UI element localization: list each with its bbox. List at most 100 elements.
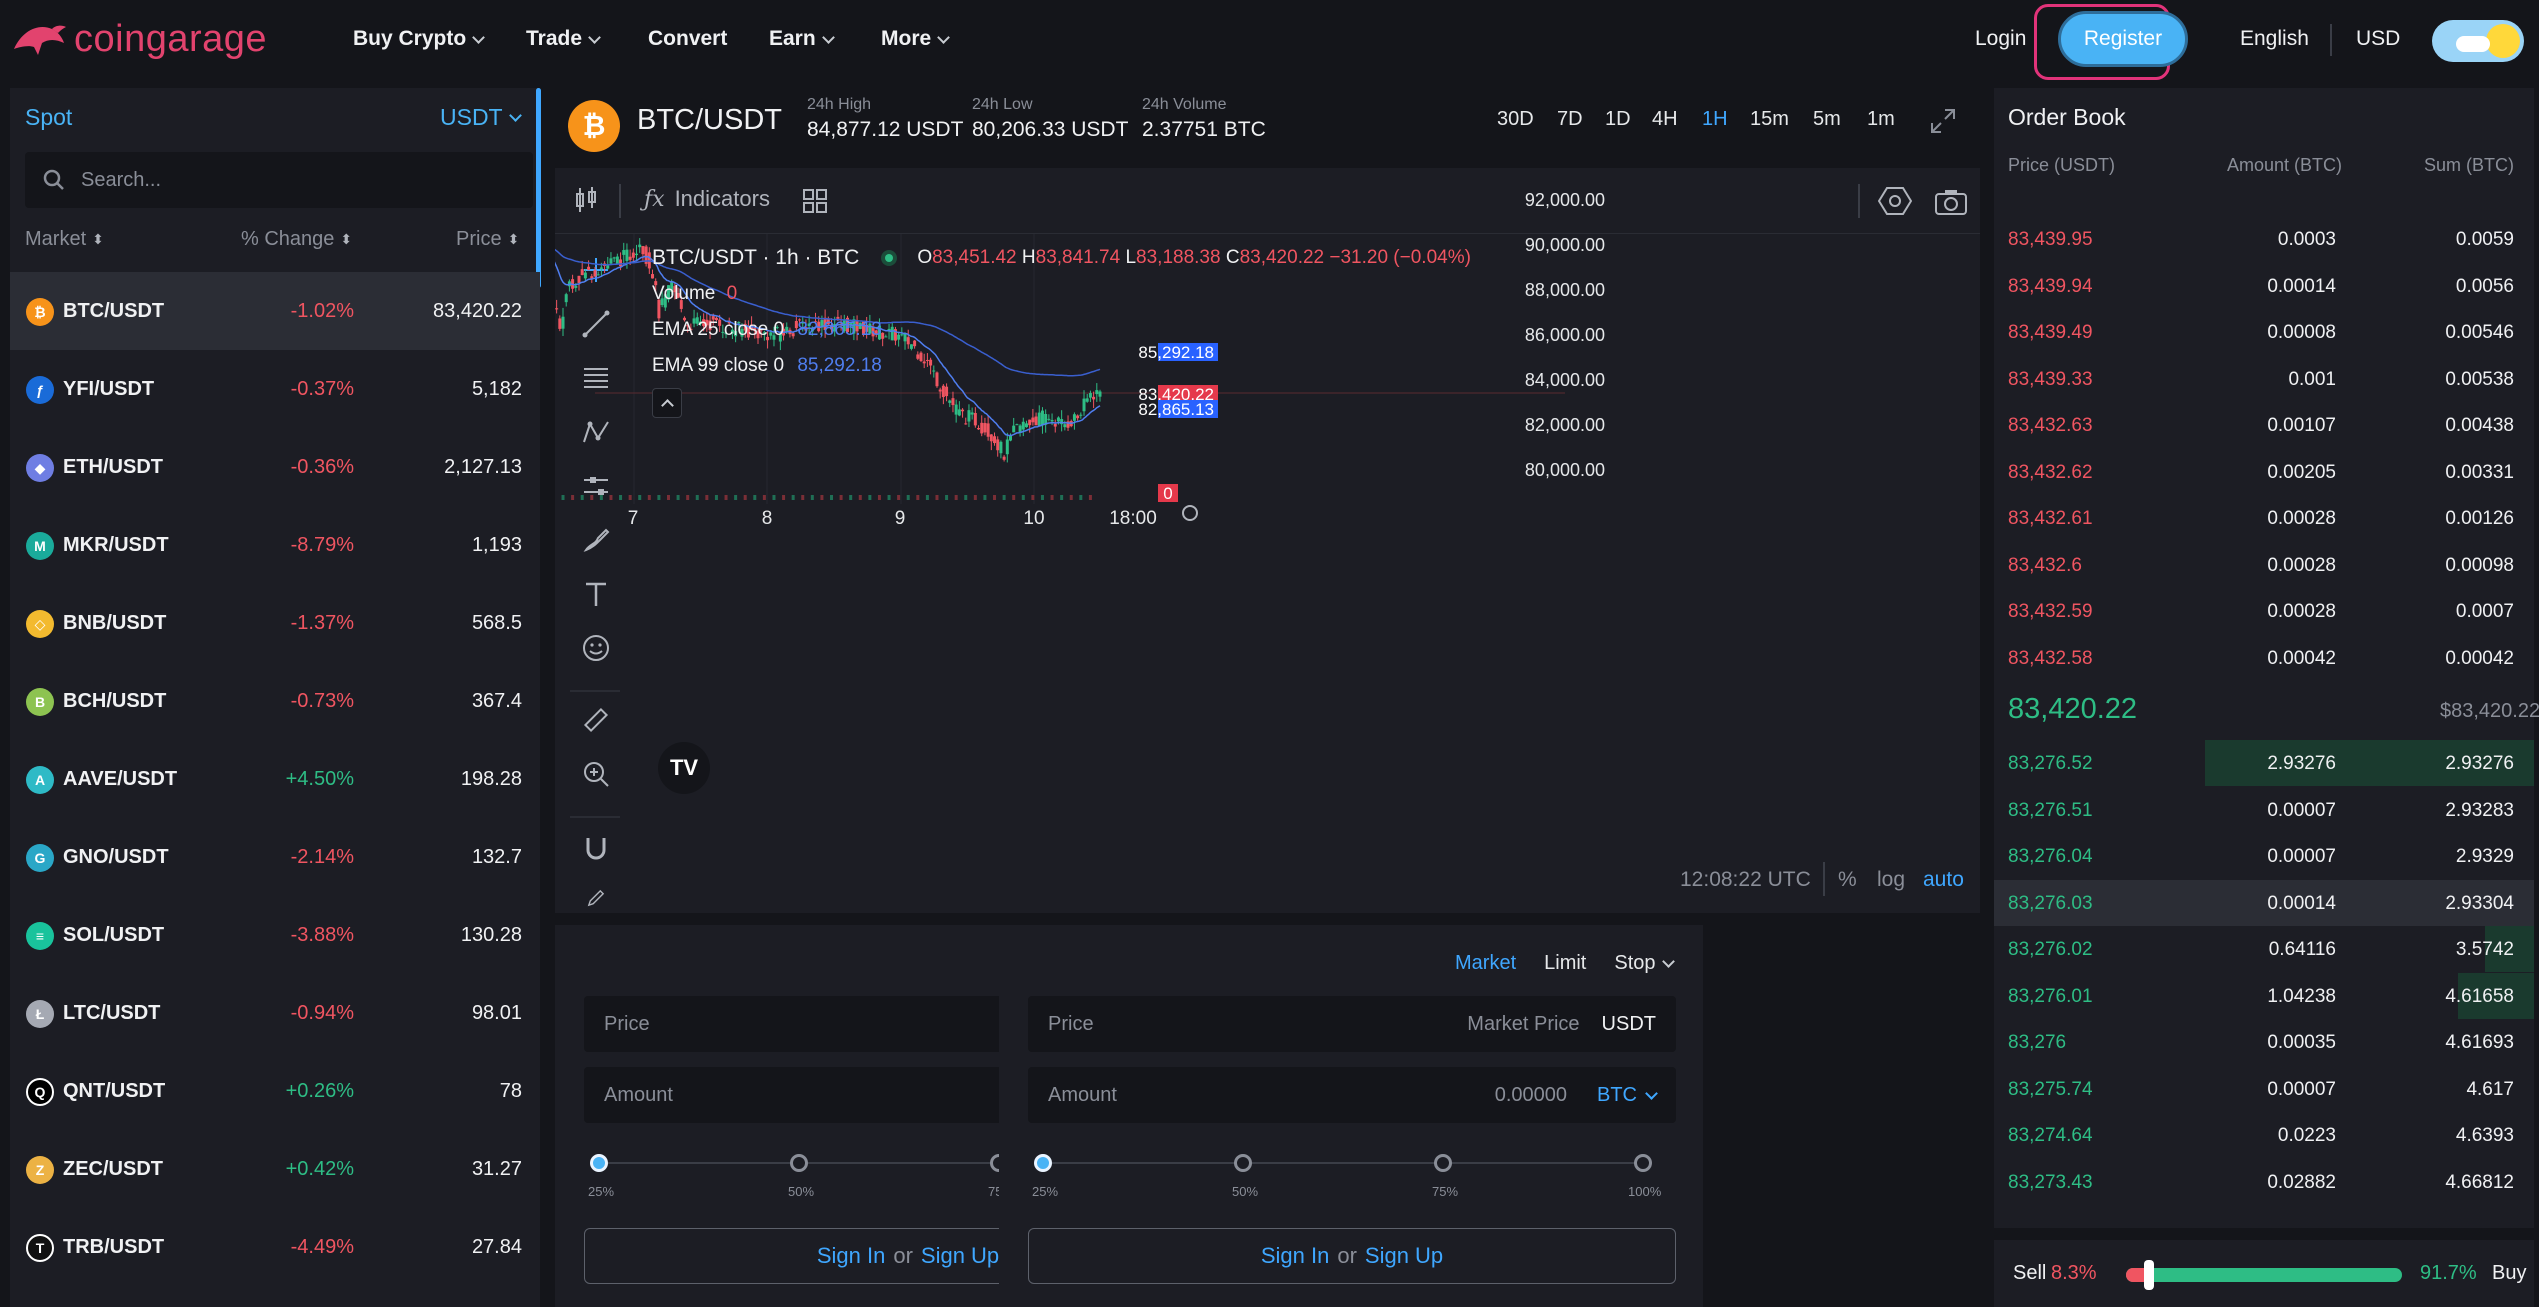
price-chart[interactable]: 94,000.0092,000.0090,000.0088,000.0086,0… <box>555 168 1980 913</box>
chevron-down-icon <box>937 30 951 44</box>
sign-in-link[interactable]: Sign In <box>1261 1243 1330 1269</box>
nav-buy-crypto[interactable]: Buy Crypto <box>353 0 486 78</box>
nav-more[interactable]: More <box>881 0 951 78</box>
col-change-header[interactable]: % Change ⬍ <box>241 228 352 251</box>
market-row[interactable]: T TRB/USDT -4.49% 27.84 <box>10 1208 540 1286</box>
sign-up-link[interactable]: Sign Up <box>1365 1243 1443 1269</box>
market-row[interactable]: B BCH/USDT -0.73% 367.4 <box>10 662 540 740</box>
market-row[interactable]: A AAVE/USDT +4.50% 198.28 <box>10 740 540 818</box>
slider-stop-100[interactable] <box>1634 1154 1652 1172</box>
slider-label: 50% <box>1232 1184 1259 1199</box>
sort-icon: ⬍ <box>92 231 104 247</box>
slider-stop-25[interactable] <box>590 1154 608 1172</box>
slider-stop-50[interactable] <box>790 1154 808 1172</box>
volume-bar <box>772 495 776 500</box>
market-row[interactable]: ₿ BTC/USDT -1.02% 83,420.22 <box>10 272 540 350</box>
legend-title: BTC/USDT · 1h · BTC <box>652 246 860 269</box>
sell-sign-in-button[interactable]: Sign In or Sign Up <box>1028 1228 1676 1284</box>
bid-row[interactable]: 83,276.51 0.00007 2.93283 <box>1994 787 2534 833</box>
bid-row[interactable]: 83,274.64 0.0223 4.6393 <box>1994 1112 2534 1158</box>
ask-row[interactable]: 83,439.33 0.001 0.00538 <box>1994 356 2534 402</box>
ask-row[interactable]: 83,432.58 0.00042 0.00042 <box>1994 635 2534 681</box>
tab-stop[interactable]: Stop <box>1614 952 1675 975</box>
bid-row[interactable]: 83,276.52 2.93276 2.93276 <box>1994 740 2534 786</box>
market-price: 27.84 <box>471 1236 522 1258</box>
bid-amount: 0.00014 <box>2267 892 2336 914</box>
amount-unit-selector[interactable]: BTC <box>1597 1084 1658 1107</box>
market-row[interactable]: Q QNT/USDT +0.26% 78 <box>10 1052 540 1130</box>
ask-row[interactable]: 83,432.59 0.00028 0.0007 <box>1994 588 2534 634</box>
fullscreen-icon[interactable] <box>1930 108 1956 134</box>
market-row[interactable]: ◆ ETH/USDT -0.36% 2,127.13 <box>10 428 540 506</box>
coin-icon: B <box>26 688 54 716</box>
sell-amount-slider[interactable]: 25% 50% 75% 100% <box>1028 1150 1676 1210</box>
ask-row[interactable]: 83,432.62 0.00205 0.00331 <box>1994 449 2534 495</box>
timeframe-5m[interactable]: 5m <box>1813 108 1841 131</box>
currency-selector[interactable]: USD <box>2356 0 2400 78</box>
collapse-legend-button[interactable] <box>652 388 682 418</box>
bid-row[interactable]: 83,273.43 0.02882 4.66812 <box>1994 1159 2534 1205</box>
logo-text: coingarage <box>74 17 268 60</box>
bid-amount: 0.00007 <box>2267 1078 2336 1100</box>
nav-convert[interactable]: Convert <box>648 0 727 78</box>
timeframe-4h[interactable]: 4H <box>1652 108 1678 131</box>
market-row[interactable]: M MKR/USDT -8.79% 1,193 <box>10 506 540 584</box>
tab-limit[interactable]: Limit <box>1544 952 1586 975</box>
chevron-up-icon <box>660 399 674 412</box>
bid-row[interactable]: 83,276 0.00035 4.61693 <box>1994 1019 2534 1065</box>
price-label: Price <box>604 1013 650 1035</box>
login-link[interactable]: Login <box>1975 0 2026 78</box>
candle-body <box>1053 423 1057 427</box>
ask-row[interactable]: 83,439.95 0.0003 0.0059 <box>1994 216 2534 262</box>
col-price-header[interactable]: Price ⬍ <box>456 228 519 251</box>
ask-row[interactable]: 83,432.61 0.00028 0.00126 <box>1994 495 2534 541</box>
ask-row[interactable]: 83,432.6 0.00028 0.00098 <box>1994 542 2534 588</box>
tab-market[interactable]: Market <box>1455 952 1516 975</box>
market-row[interactable]: Z ZEC/USDT +0.42% 31.27 <box>10 1130 540 1208</box>
bid-row[interactable]: 83,276.04 0.00007 2.9329 <box>1994 833 2534 879</box>
market-row[interactable]: ◇ BNB/USDT -1.37% 568.5 <box>10 584 540 662</box>
market-search-box[interactable] <box>25 152 533 208</box>
timeframe-7d[interactable]: 7D <box>1557 108 1583 131</box>
ask-row[interactable]: 83,439.94 0.00014 0.0056 <box>1994 263 2534 309</box>
bid-row[interactable]: 83,276.03 0.00014 2.93304 <box>1994 879 2534 926</box>
market-row[interactable]: G GNO/USDT -2.14% 132.7 <box>10 818 540 896</box>
log-scale-toggle[interactable]: log <box>1877 868 1905 892</box>
nav-trade[interactable]: Trade <box>526 0 601 78</box>
slider-stop-50[interactable] <box>1234 1154 1252 1172</box>
tradingview-logo[interactable]: TV <box>658 742 710 794</box>
col-market-header[interactable]: Market ⬍ <box>25 228 104 251</box>
ask-row[interactable]: 83,432.63 0.00107 0.00438 <box>1994 402 2534 448</box>
slider-stop-75[interactable] <box>1434 1154 1452 1172</box>
timeframe-1d[interactable]: 1D <box>1605 108 1631 131</box>
quote-selector[interactable]: USDT <box>440 104 522 131</box>
register-button[interactable]: Register <box>2058 11 2188 67</box>
timeframe-1m[interactable]: 1m <box>1867 108 1895 131</box>
timeframe-15m[interactable]: 15m <box>1750 108 1789 131</box>
timeframe-30d[interactable]: 30D <box>1497 108 1534 131</box>
market-row[interactable]: ≡ SOL/USDT -3.88% 130.28 <box>10 896 540 974</box>
market-scrollbar[interactable] <box>536 88 541 288</box>
slider-label: 25% <box>588 1184 615 1199</box>
percent-scale-toggle[interactable]: % <box>1838 868 1857 892</box>
sell-amount-field[interactable]: Amount 0.00000 BTC <box>1028 1067 1676 1123</box>
nav-earn[interactable]: Earn <box>769 0 835 78</box>
slider-stop-25[interactable] <box>1034 1154 1052 1172</box>
sign-up-link[interactable]: Sign Up <box>921 1243 999 1269</box>
ask-price: 83,432.6 <box>2008 554 2082 576</box>
market-search-input[interactable] <box>81 168 481 192</box>
logo[interactable]: coingarage <box>12 14 267 64</box>
auto-scale-toggle[interactable]: auto <box>1923 868 1964 892</box>
bid-row[interactable]: 83,275.74 0.00007 4.617 <box>1994 1066 2534 1112</box>
sell-price-field[interactable]: Price Market Price USDT <box>1028 996 1676 1052</box>
timeframe-1h[interactable]: 1H <box>1702 108 1728 131</box>
language-selector[interactable]: English <box>2240 0 2309 78</box>
market-row[interactable]: ƒ YFI/USDT -0.37% 5,182 <box>10 350 540 428</box>
market-row[interactable]: Ł LTC/USDT -0.94% 98.01 <box>10 974 540 1052</box>
bid-price: 83,276.02 <box>2008 939 2093 960</box>
ask-row[interactable]: 83,439.49 0.00008 0.00546 <box>1994 309 2534 355</box>
volume-bar <box>628 495 632 500</box>
bid-row[interactable]: 83,276.02 0.64116 3.5742 <box>1994 926 2534 972</box>
sign-in-link[interactable]: Sign In <box>817 1243 886 1269</box>
bid-row[interactable]: 83,276.01 1.04238 4.61658 <box>1994 972 2534 1019</box>
